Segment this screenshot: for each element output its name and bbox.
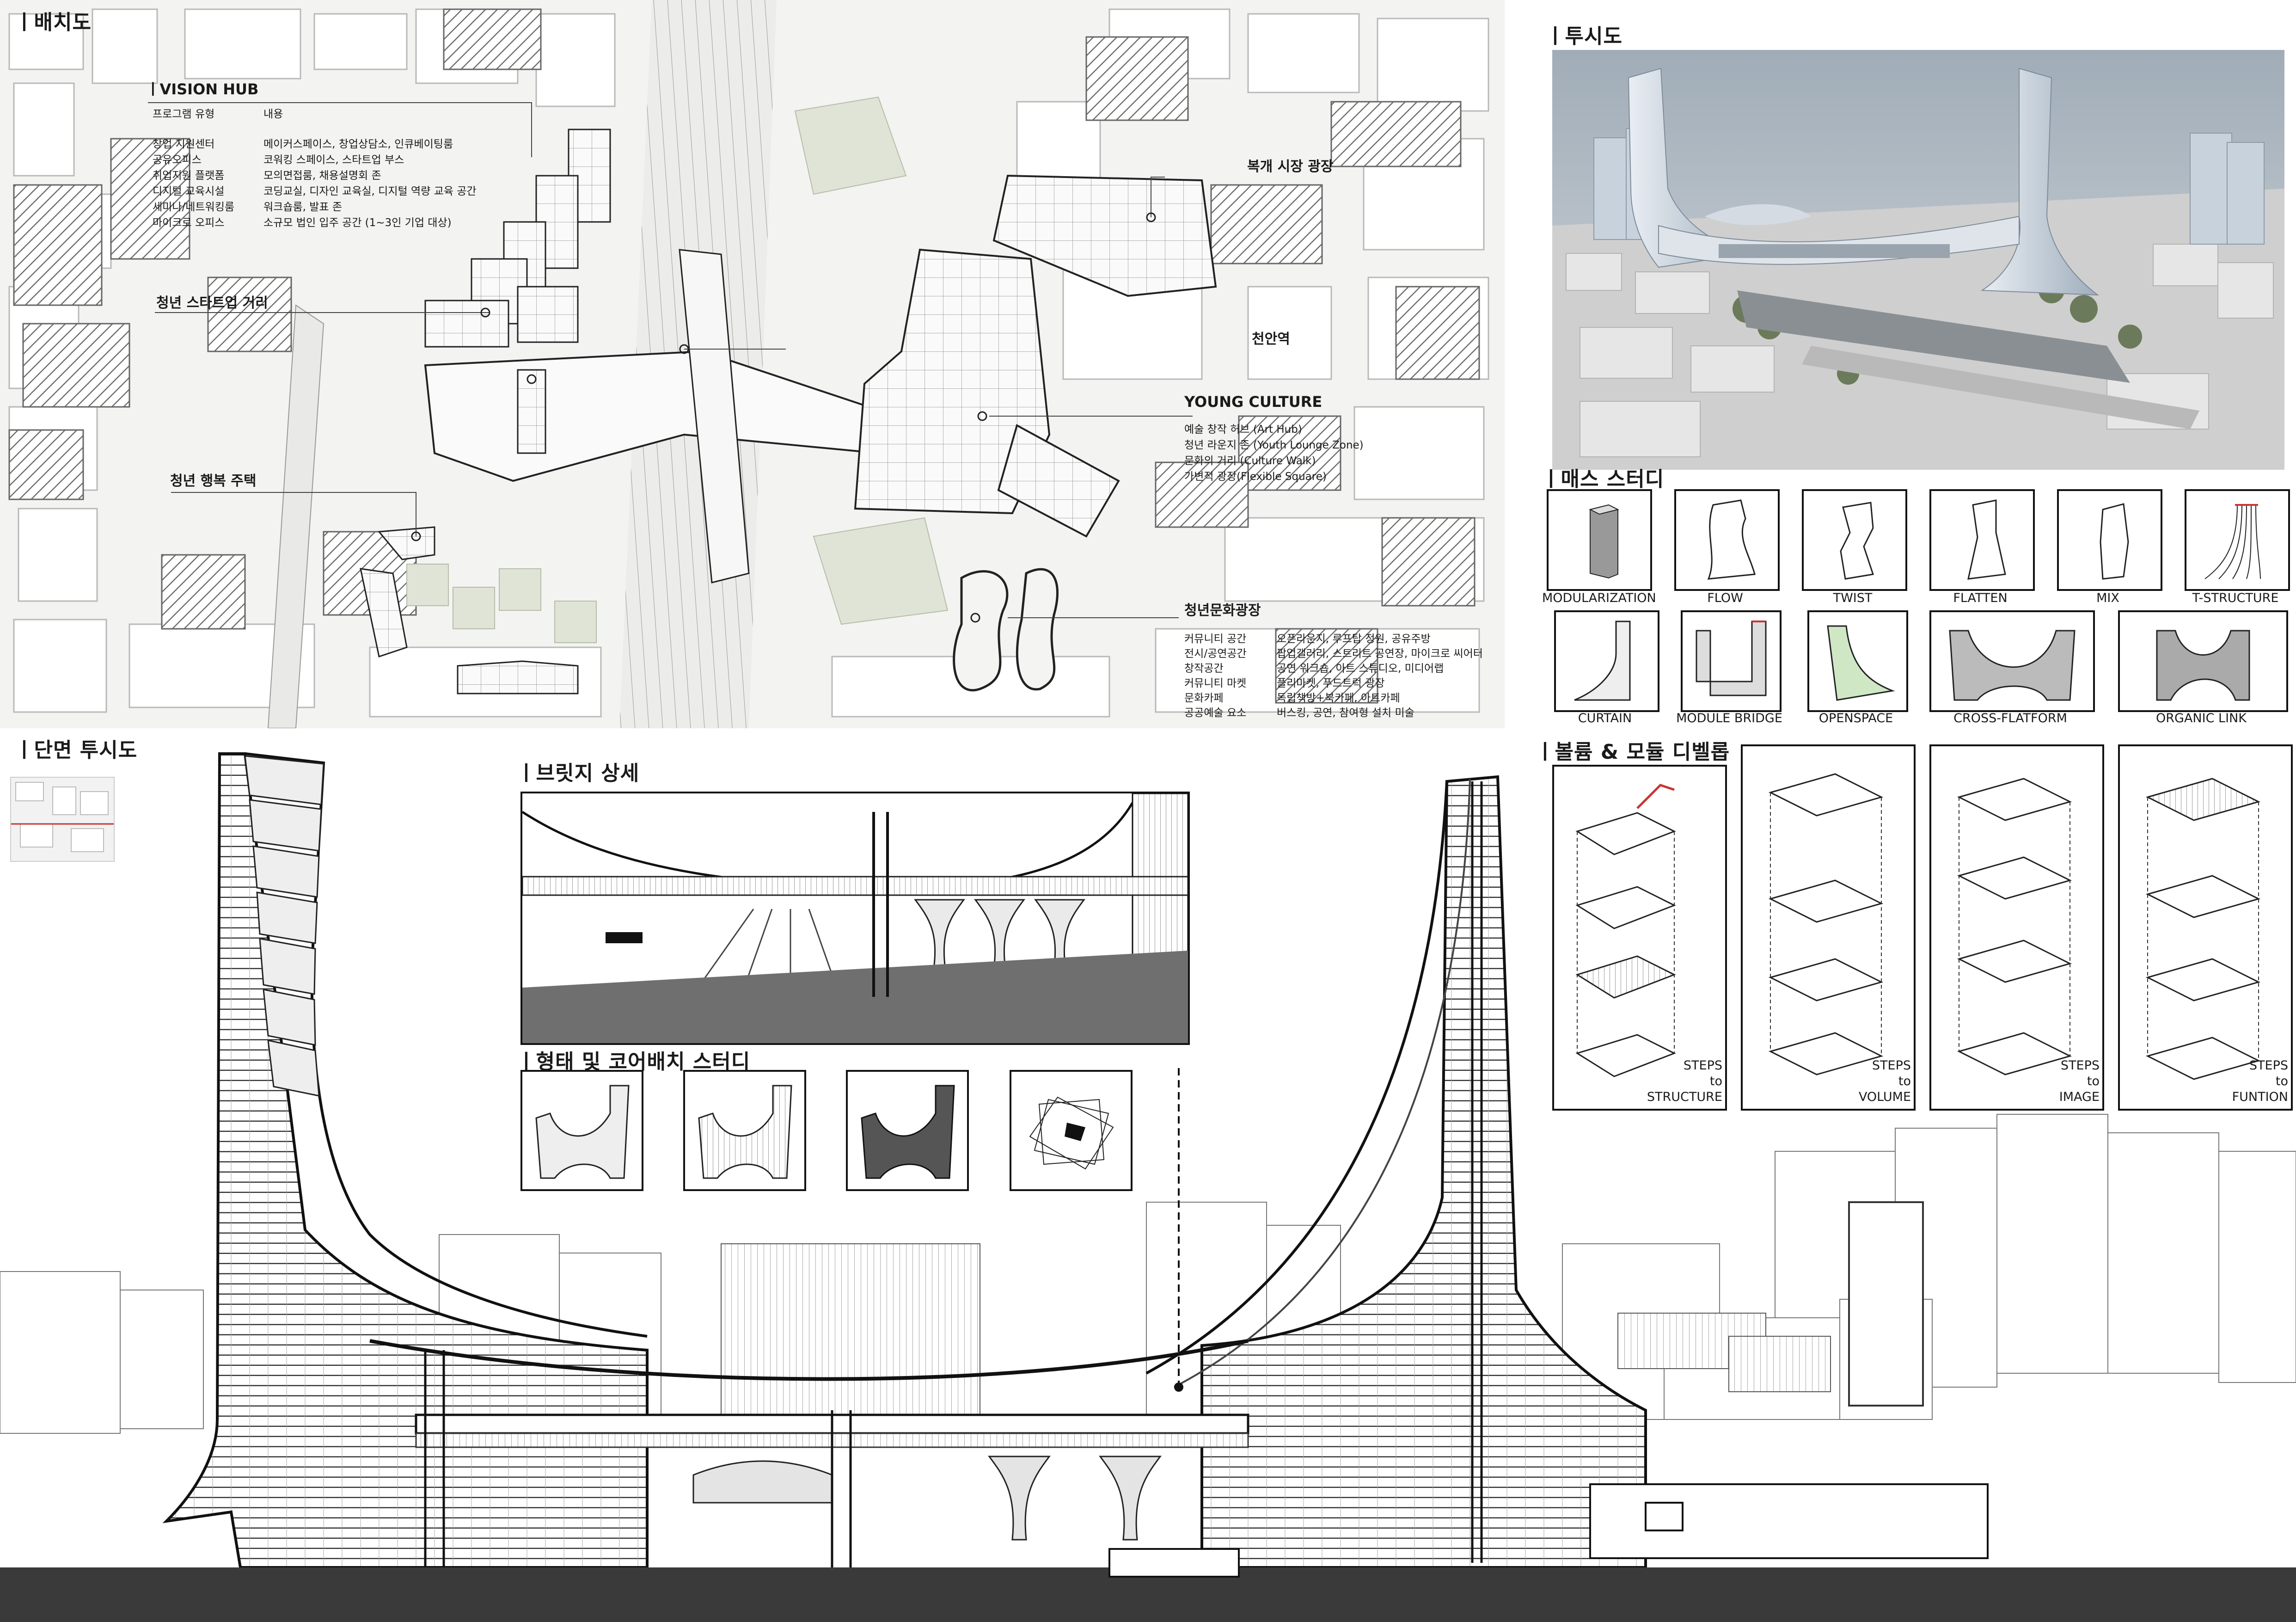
bridge-detail-title: ㅣ브릿지 상세	[517, 762, 640, 785]
mass-caption: ORGANIC LINK	[2156, 711, 2247, 725]
perspective-title: ㅣ투시도	[1546, 25, 1623, 48]
form-study-box	[846, 1070, 969, 1191]
mass-box-modularization	[1547, 489, 1652, 591]
mass-box-organic-link	[2118, 610, 2288, 712]
young-culture-item: 청년 라운지 존 (Youth Lounge Zone)	[1184, 439, 1364, 451]
mass-caption: FLATTEN	[1953, 591, 2008, 605]
vision-hub-header-content: 내용	[263, 108, 283, 120]
site-plan-panel: ㅣ배치도 ㅣVISION HUB 프로그램 유형 내용 창업 지원센터 메이커스…	[0, 0, 1505, 728]
site-plan-title: ㅣ배치도	[15, 11, 92, 34]
vision-hub-row-content: 워크숍룸, 발표 존	[263, 201, 343, 213]
steps-word: IMAGE	[2059, 1090, 2100, 1104]
mass-box-openspace	[1807, 610, 1908, 712]
culture-plaza-row-content: 버스킹, 공연, 참여형 설치 미술	[1277, 707, 1414, 719]
vision-hub-row-content: 소규모 법인 입주 공간 (1~3인 기업 대상)	[263, 217, 452, 229]
form-study-box	[683, 1070, 806, 1191]
culture-plaza-row-content: 플리마켓, 푸드트럭 광장	[1277, 677, 1385, 689]
culture-plaza-row-type: 공공예술 요소	[1184, 707, 1247, 719]
culture-plaza-row-type: 커뮤니티 공간	[1184, 633, 1247, 645]
mass-box-mix	[2057, 489, 2162, 591]
vision-hub-row-type: 취업지원 플랫폼	[153, 170, 225, 182]
volume-step-box-structure: STEPS to STRUCTURE	[1552, 765, 1727, 1111]
steps-word: STEPS	[2060, 1058, 2100, 1073]
volume-step-box-image: STEPS to IMAGE	[1929, 744, 2104, 1111]
mass-caption: OPENSPACE	[1818, 711, 1893, 725]
bridge-detail-drawing	[520, 792, 1190, 1045]
vision-hub-title: ㅣVISION HUB	[146, 80, 259, 98]
culture-plaza-row-content: 팝업갤러리, 스트리트 공연장, 마이크로 씨어터	[1277, 648, 1483, 660]
mass-box-t-structure	[2185, 489, 2290, 591]
young-culture-item: 예술 창작 허브 (Art Hub)	[1184, 424, 1302, 436]
vision-hub-row-type: 창업 지원센터	[153, 138, 215, 150]
volume-step-box-function: STEPS to FUNTION	[2118, 744, 2293, 1111]
steps-word: to	[2087, 1074, 2100, 1088]
mass-box-module-bridge	[1681, 610, 1782, 712]
mass-box-curtain	[1554, 610, 1659, 712]
culture-plaza-row-content: 공연 워크숍, 아트 스튜디오, 미디어랩	[1277, 663, 1444, 675]
form-study-box	[1010, 1070, 1133, 1191]
culture-plaza-row-type: 문화카페	[1184, 692, 1224, 704]
section-perspective-title: ㅣ단면 투시도	[15, 738, 138, 762]
steps-word: FUNTION	[2232, 1090, 2288, 1104]
steps-word: to	[1709, 1074, 1722, 1088]
vision-hub-row-content: 모의면접룸, 채용설명회 존	[263, 170, 381, 182]
form-study-box	[520, 1070, 643, 1191]
mass-caption: TWIST	[1833, 591, 1873, 605]
steps-word: VOLUME	[1858, 1090, 1911, 1104]
happy-housing-label: 청년 행복 주택	[170, 473, 257, 489]
perspective-render	[1552, 50, 2284, 470]
culture-plaza-row-content: 독립책방+북카페, 아트카페	[1277, 692, 1400, 704]
steps-word: STEPS	[2249, 1058, 2288, 1073]
culture-plaza-title: 청년문화광장	[1184, 602, 1261, 619]
mass-caption: CURTAIN	[1578, 711, 1632, 725]
steps-label: STEPS to IMAGE	[2059, 1058, 2100, 1105]
culture-plaza-row-content: 오픈라운지, 루프탑 정원, 공유주방	[1277, 633, 1431, 645]
station-label: 천안역	[1252, 331, 1290, 347]
culture-plaza-row-type: 전시/공연공간	[1184, 648, 1247, 660]
mass-study-title: ㅣ매스 스터디	[1542, 467, 1665, 491]
mass-caption: CROSS-FLATFORM	[1953, 711, 2067, 725]
young-culture-item: 문화의 거리 (Culture Walk)	[1184, 455, 1316, 467]
vision-hub-row-type: 디지털 교육시설	[153, 185, 225, 197]
mass-caption: MODULARIZATION	[1542, 591, 1656, 605]
mass-caption: T-STRUCTURE	[2192, 591, 2279, 605]
mass-box-twist	[1802, 489, 1907, 591]
vision-hub-row-type: 세미나/네트워킹룸	[153, 201, 235, 213]
key-map-thumbnail	[10, 777, 115, 862]
steps-label: STEPS to VOLUME	[1859, 1058, 1911, 1105]
steps-word: STRUCTURE	[1647, 1090, 1722, 1104]
market-plaza-label: 복개 시장 광장	[1247, 159, 1334, 175]
mass-caption: FLOW	[1707, 591, 1743, 605]
vision-hub-row-content: 코딩교실, 디자인 교육실, 디지털 역량 교육 공간	[263, 185, 477, 197]
volume-step-box-volume: STEPS to VOLUME	[1741, 744, 1916, 1111]
mass-caption: MODULE BRIDGE	[1676, 711, 1782, 725]
steps-label: STEPS to STRUCTURE	[1647, 1058, 1722, 1105]
site-plan-drawing	[8, 0, 1489, 728]
vision-hub-header-type: 프로그램 유형	[153, 108, 215, 120]
steps-word: to	[2275, 1074, 2288, 1088]
mass-box-flow	[1674, 489, 1780, 591]
steps-word: to	[1898, 1074, 1911, 1088]
vision-hub-row-content: 메이커스페이스, 창업상담소, 인큐베이팅룸	[263, 138, 453, 150]
culture-plaza-row-type: 창작공간	[1184, 663, 1224, 675]
vision-hub-row-type: 공유오피스	[153, 154, 202, 166]
steps-label: STEPS to FUNTION	[2232, 1058, 2288, 1105]
mass-caption: MIX	[2096, 591, 2119, 605]
steps-word: STEPS	[1872, 1058, 1911, 1073]
young-culture-title: YOUNG CULTURE	[1184, 393, 1322, 411]
vision-hub-row-type: 마이크로 오피스	[153, 217, 225, 229]
startup-street-label: 청년 스타트업 거리	[156, 295, 268, 311]
young-culture-item: 가변적 광장(Flexible Square)	[1184, 471, 1327, 483]
vision-hub-row-content: 코워킹 스페이스, 스타트업 부스	[263, 154, 404, 166]
steps-word: STEPS	[1683, 1058, 1722, 1073]
volume-module-title: ㅣ볼륨 & 모듈 디벨롭	[1536, 740, 1730, 764]
culture-plaza-row-type: 커뮤니티 마켓	[1184, 677, 1247, 689]
mass-box-cross-flatform	[1929, 610, 2095, 712]
mass-box-flatten	[1929, 489, 2035, 591]
